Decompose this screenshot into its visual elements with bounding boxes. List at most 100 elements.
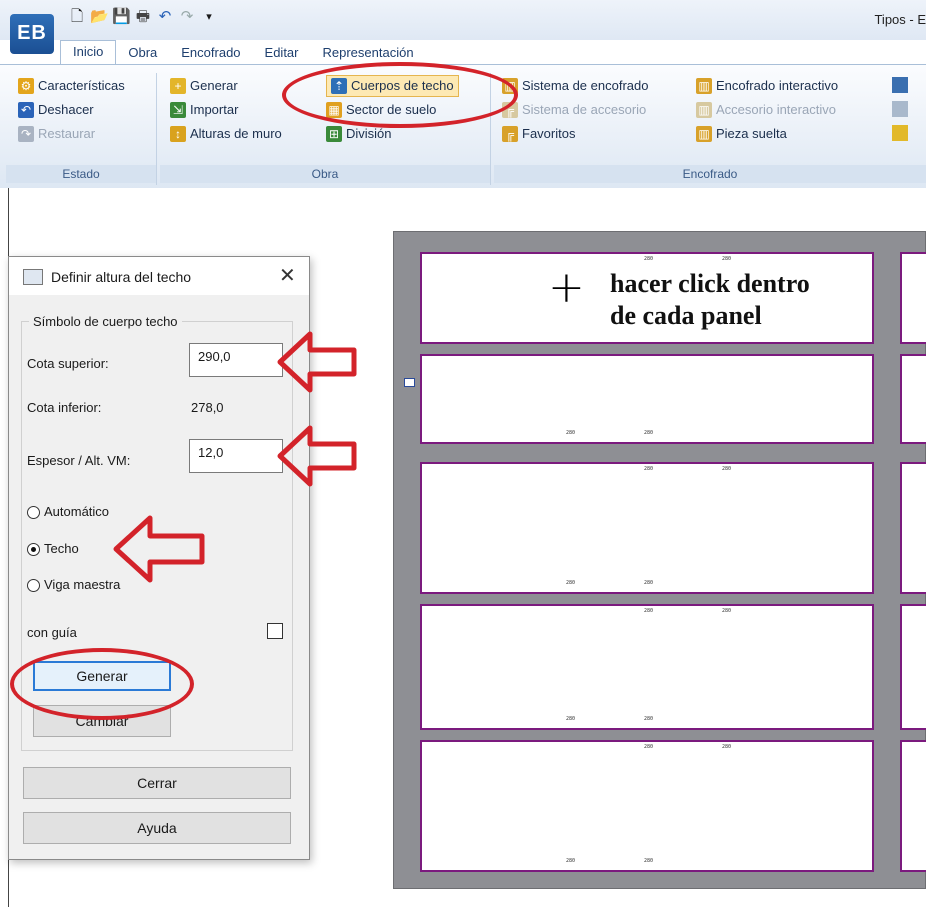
tab-editar[interactable]: Editar (253, 42, 311, 64)
close-icon[interactable]: ✕ (279, 263, 296, 288)
highlight-ellipse-ribbon (282, 62, 518, 128)
sistema-accesorio-label: Sistema de accesorio (522, 102, 647, 117)
red-arrow-icon (113, 515, 205, 583)
encofrado-interactivo-button[interactable]: ▥ Encofrado interactivo (696, 75, 838, 97)
group-estado: ⚙ Características ↶ Deshacer ↷ Restaurar Es… (6, 73, 157, 185)
window-icon (23, 269, 43, 285)
ceiling-panel[interactable] (900, 740, 926, 872)
more-icon-2[interactable] (892, 101, 908, 117)
ayuda-button[interactable]: Ayuda (23, 812, 291, 844)
dimension-label: 280 (644, 744, 654, 750)
con-guia-checkbox[interactable] (267, 623, 283, 639)
open-icon[interactable]: 📂 (90, 8, 109, 26)
deshacer-label: Deshacer (38, 102, 94, 117)
ceiling-panel[interactable] (900, 354, 926, 444)
sistema-accesorio-button[interactable]: ╔ Sistema de accesorio (502, 99, 646, 121)
restaurar-label: Restaurar (38, 126, 96, 141)
ceiling-panel[interactable] (900, 604, 926, 730)
dimension-label: 280 (566, 858, 576, 864)
loose-piece-icon: ▥ (696, 126, 712, 142)
crosshair-icon: + (548, 262, 585, 313)
dimension-label: 280 (644, 430, 654, 436)
radio-automatico[interactable]: Automático (27, 504, 110, 520)
wall-height-icon: ↕ (170, 126, 186, 142)
favoritos-button[interactable]: ╔ Favoritos (502, 123, 575, 145)
cota-superior-input[interactable]: 290,0 (189, 343, 283, 377)
sistema-encofrado-button[interactable]: ▥ Sistema de encofrado (502, 75, 648, 97)
redo-icon: ↷ (18, 126, 34, 142)
cerrar-button[interactable]: Cerrar (23, 767, 291, 799)
dimension-label: 280 (566, 430, 576, 436)
cota-superior-label: Cota superior: (27, 356, 109, 371)
dimension-label: 280 (644, 466, 654, 472)
radio-techo[interactable]: Techo (27, 541, 79, 557)
more-icon-3[interactable] (892, 125, 908, 141)
import-icon: ⇲ (170, 102, 186, 118)
generar-ribbon-label: Generar (190, 78, 238, 93)
cursor-marker-icon (404, 378, 415, 387)
ceiling-panel[interactable] (420, 740, 874, 872)
dimension-label: 280 (566, 580, 576, 586)
favoritos-label: Favoritos (522, 126, 576, 141)
folder-add-icon: + (170, 78, 186, 94)
save-icon[interactable]: 💾 (112, 8, 131, 26)
importar-label: Importar (190, 102, 239, 117)
group-label-obra: Obra (160, 165, 490, 183)
tab-encofrado[interactable]: Encofrado (169, 42, 252, 64)
window-title: Tipos - E (874, 12, 926, 27)
generar-ribbon-button[interactable]: + Generar (170, 75, 238, 97)
dimension-label: 280 (644, 256, 654, 262)
alturas-muro-label: Alturas de muro (190, 126, 282, 141)
cota-inferior-value: 278,0 (191, 400, 224, 415)
restaurar-button[interactable]: ↷ Restaurar (18, 123, 95, 145)
division-icon: ⊞ (326, 126, 342, 142)
caracteristicas-button[interactable]: ⚙ Características (18, 75, 125, 97)
interactive-formwork-icon: ▥ (696, 78, 712, 94)
more-icon[interactable] (892, 77, 908, 93)
application-button[interactable]: EB (10, 14, 54, 54)
ceiling-panel[interactable] (420, 462, 874, 594)
alturas-muro-button[interactable]: ↕ Alturas de muro (170, 123, 282, 145)
tab-obra[interactable]: Obra (116, 42, 169, 64)
redo-icon[interactable]: ↷ (178, 8, 196, 26)
radio-automatico-label: Automático (44, 504, 110, 519)
dimension-label: 280 (722, 608, 732, 614)
highlight-ellipse-generar (10, 648, 194, 720)
customize-icon[interactable]: ▾ (200, 8, 218, 26)
group-label-encofrado: Encofrado (494, 165, 926, 183)
ceiling-panel[interactable] (900, 252, 926, 344)
accesorio-interactivo-button[interactable]: ▥ Accesorio interactivo (696, 99, 836, 121)
dimension-label: 280 (644, 716, 654, 722)
undo-icon[interactable]: ↶ (156, 8, 174, 26)
dimension-label: 280 (722, 466, 732, 472)
dimension-label: 280 (644, 580, 654, 586)
radio-techo-label: Techo (44, 541, 79, 556)
espesor-input[interactable]: 12,0 (189, 439, 283, 473)
annotation-text: hacer click dentro de cada panel (610, 269, 810, 330)
favorites-icon: ╔ (502, 126, 518, 142)
red-arrow-icon (277, 331, 357, 393)
espesor-label: Espesor / Alt. VM: (27, 453, 131, 468)
tab-representacion[interactable]: Representación (311, 42, 426, 64)
ceiling-panel[interactable] (900, 462, 926, 594)
radio-viga-maestra[interactable]: Viga maestra (27, 577, 120, 593)
ribbon-tabs: Inicio Obra Encofrado Editar Representac… (60, 40, 426, 64)
group-label: Símbolo de cuerpo techo (29, 314, 182, 329)
importar-button[interactable]: ⇲ Importar (170, 99, 238, 121)
radio-circle-selected[interactable] (27, 543, 40, 557)
pieza-suelta-button[interactable]: ▥ Pieza suelta (696, 123, 787, 145)
dialog-title: Definir altura del techo (51, 269, 192, 285)
dimension-label: 280 (722, 256, 732, 262)
sistema-encofrado-label: Sistema de encofrado (522, 78, 649, 93)
encofrado-interactivo-label: Encofrado interactivo (716, 78, 839, 93)
ceiling-panel[interactable] (420, 604, 874, 730)
radio-circle[interactable] (27, 506, 40, 520)
deshacer-button[interactable]: ↶ Deshacer (18, 99, 94, 121)
gear-icon: ⚙ (18, 78, 34, 94)
quick-access-toolbar: 🗋 📂 💾 🖶 ↶ ↷ ▾ (68, 4, 218, 30)
print-icon[interactable]: 🖶 (134, 8, 152, 26)
accesorio-interactivo-label: Accesorio interactivo (716, 102, 836, 117)
new-icon[interactable]: 🗋 (68, 8, 86, 26)
tab-inicio[interactable]: Inicio (60, 40, 117, 64)
radio-circle[interactable] (27, 579, 40, 593)
